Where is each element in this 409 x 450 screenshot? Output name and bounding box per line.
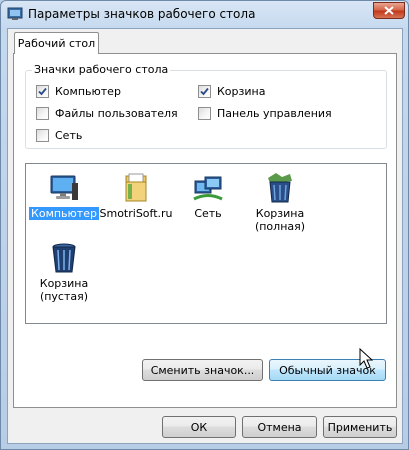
- icon-label: Сеть: [194, 207, 222, 220]
- checkbox-label: Корзина: [217, 85, 266, 98]
- apply-button[interactable]: Применить: [323, 416, 397, 438]
- checkbox-label: Сеть: [55, 129, 83, 142]
- checkbox-label: Файлы пользователя: [55, 107, 178, 120]
- icon-preview-list[interactable]: Компьютер SmotriSoft.ru Сеть Корзина (по…: [25, 163, 387, 324]
- recycle-bin-full-icon: [268, 173, 292, 203]
- recycle-bin-empty-icon: [52, 243, 76, 273]
- dialog-window: Параметры значков рабочего стола Рабочий…: [0, 0, 409, 450]
- checkbox-user-files[interactable]: Файлы пользователя: [36, 107, 178, 120]
- icon-label: SmotriSoft.ru: [99, 207, 173, 220]
- tab-desktop[interactable]: Рабочий стол: [14, 32, 99, 54]
- icon-label: Корзина (пустая): [39, 277, 89, 303]
- cancel-button[interactable]: Отмена: [242, 416, 317, 438]
- checkbox-box[interactable]: [198, 85, 211, 98]
- icon-item-user-files[interactable]: SmotriSoft.ru: [99, 172, 173, 220]
- window-icon: [7, 7, 23, 20]
- group-legend: Значки рабочего стола: [32, 63, 171, 76]
- checkbox-network[interactable]: Сеть: [36, 129, 82, 142]
- network-icon: [193, 176, 223, 201]
- dialog-client-area: Рабочий стол Значки рабочего стола Компь…: [7, 28, 403, 444]
- close-icon: [384, 6, 394, 15]
- ok-button[interactable]: ОК: [162, 416, 236, 438]
- checkmark-icon: [200, 87, 209, 96]
- window-title: Параметры значков рабочего стола: [28, 7, 256, 21]
- title-bar[interactable]: Параметры значков рабочего стола: [1, 1, 408, 27]
- desktop-icons-group: Значки рабочего стола Компьютер Корзина …: [25, 63, 387, 149]
- icon-label: Корзина (полная): [254, 207, 306, 233]
- icon-item-network[interactable]: Сеть: [172, 172, 244, 220]
- checkbox-control-panel[interactable]: Панель управления: [198, 107, 332, 120]
- icon-item-recycle-bin-full[interactable]: Корзина (полная): [244, 172, 316, 233]
- close-button[interactable]: [373, 2, 405, 19]
- checkbox-box[interactable]: [36, 107, 49, 120]
- change-icon-button[interactable]: Сменить значок...: [142, 359, 263, 381]
- checkmark-icon: [38, 87, 47, 96]
- checkbox-computer[interactable]: Компьютер: [36, 85, 121, 98]
- checkbox-label: Панель управления: [217, 107, 332, 120]
- icon-label: Компьютер: [29, 207, 99, 220]
- icon-item-recycle-bin-empty[interactable]: Корзина (пустая): [28, 242, 100, 303]
- user-folder-icon: [125, 173, 147, 202]
- icon-item-computer[interactable]: Компьютер: [28, 172, 100, 220]
- checkbox-box[interactable]: [36, 129, 49, 142]
- checkbox-recycle-bin[interactable]: Корзина: [198, 85, 265, 98]
- tab-panel-desktop: Значки рабочего стола Компьютер Корзина …: [13, 53, 397, 408]
- mouse-cursor-icon: [359, 348, 373, 369]
- checkbox-label: Компьютер: [55, 85, 121, 98]
- computer-icon: [50, 175, 78, 200]
- checkbox-box[interactable]: [198, 107, 211, 120]
- checkbox-box[interactable]: [36, 85, 49, 98]
